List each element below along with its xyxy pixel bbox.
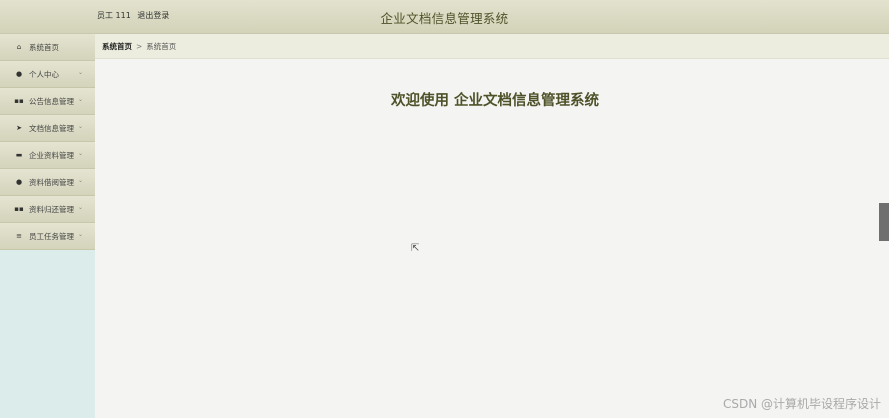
home-icon: ⌂ <box>16 43 22 51</box>
sidebar-item-label: 公告信息管理 <box>29 96 74 106</box>
sidebar-nav: ⌂ 系统首页 ● 个人中心 ⌄ ▪▪ 公告信息管理 ⌄ ➤ 文档信息管理 ⌄ ▬ 企业资料管理 ⌄ ● 资料借… <box>0 34 95 250</box>
app-title: 企业文档信息管理系统 <box>380 11 509 26</box>
chevron-down-icon: ⌄ <box>77 69 83 76</box>
breadcrumb: 系统首页 > 系统首页 <box>95 34 889 59</box>
list-icon: ≡ <box>16 232 22 240</box>
sidebar-item-label: 文档信息管理 <box>29 123 74 133</box>
send-icon: ➤ <box>16 124 22 132</box>
chevron-down-icon: ⌄ <box>77 204 83 211</box>
scroll-handle[interactable] <box>879 203 889 241</box>
sidebar-item-2[interactable]: ● 个人中心 ⌄ <box>0 61 95 88</box>
sidebar-item-5[interactable]: ▬ 企业资料管理 ⌄ <box>0 142 95 169</box>
sidebar-item-label: 系统首页 <box>29 42 59 52</box>
chevron-down-icon: ⌄ <box>77 177 83 184</box>
chevron-down-icon: ⌄ <box>77 96 83 103</box>
grid-icon: ▪▪ <box>14 97 24 105</box>
user-icon: ● <box>15 178 23 186</box>
folder-icon: ▬ <box>15 151 23 159</box>
sidebar: ⌂ 系统首页 ● 个人中心 ⌄ ▪▪ 公告信息管理 ⌄ ➤ 文档信息管理 ⌄ ▬ 企业资料管理 ⌄ ● 资料借… <box>0 34 95 418</box>
sidebar-item-label: 企业资料管理 <box>29 150 74 160</box>
user-icon: ● <box>15 70 23 78</box>
breadcrumb-home[interactable]: 系统首页 <box>102 42 132 51</box>
chevron-down-icon: ⌄ <box>77 150 83 157</box>
welcome-heading: 欢迎使用 企业文档信息管理系统 <box>390 93 600 109</box>
chevron-down-icon: ⌄ <box>77 123 83 130</box>
sidebar-item-8[interactable]: ≡ 员工任务管理 ⌄ <box>0 223 95 250</box>
sidebar-item-label: 资料归还管理 <box>29 204 74 214</box>
sidebar-item-label: 个人中心 <box>29 69 59 79</box>
top-header: 员工 111 退出登录 企业文档信息管理系统 <box>0 0 889 34</box>
sidebar-item-7[interactable]: ▪▪ 资料归还管理 ⌄ <box>0 196 95 223</box>
breadcrumb-separator: > <box>136 42 143 51</box>
watermark: CSDN @计算机毕设程序设计 <box>722 397 881 411</box>
sidebar-item-6[interactable]: ● 资料借阅管理 ⌄ <box>0 169 95 196</box>
grid-icon: ▪▪ <box>14 205 24 213</box>
breadcrumb-current: 系统首页 <box>146 42 177 51</box>
sidebar-item-label: 资料借阅管理 <box>29 177 74 187</box>
main-content: 欢迎使用 企业文档信息管理系统 <box>95 59 889 418</box>
sidebar-item-4[interactable]: ➤ 文档信息管理 ⌄ <box>0 115 95 142</box>
app-window: 员工 111 退出登录 企业文档信息管理系统 ⌂ 系统首页 ● 个人中心 ⌄ ▪▪ 公告信息… <box>0 0 889 418</box>
chevron-down-icon: ⌄ <box>77 231 83 238</box>
sidebar-item-3[interactable]: ▪▪ 公告信息管理 ⌄ <box>0 88 95 115</box>
sidebar-item-label: 员工任务管理 <box>29 231 74 241</box>
sidebar-item-1[interactable]: ⌂ 系统首页 <box>0 34 95 61</box>
mouse-cursor-icon: ⇱ <box>411 243 420 254</box>
